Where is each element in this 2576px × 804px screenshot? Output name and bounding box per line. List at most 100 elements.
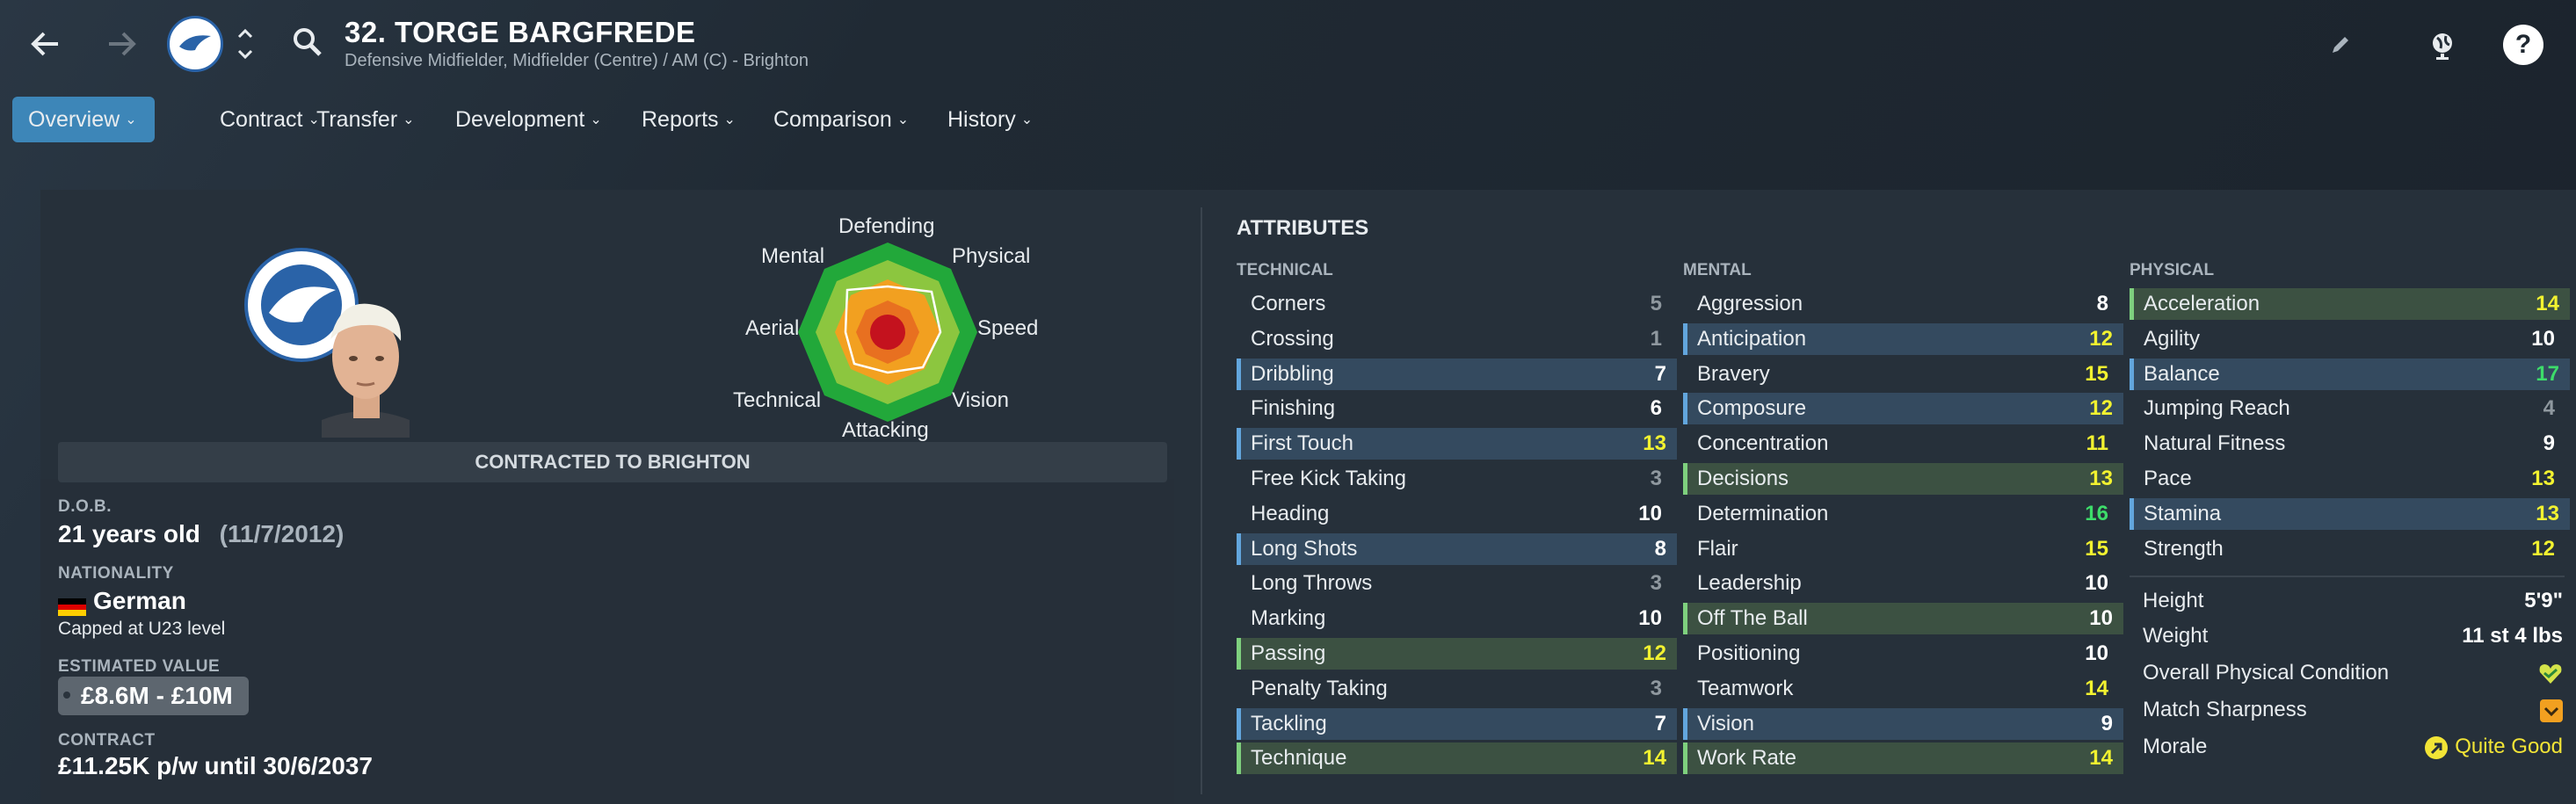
tab-history[interactable]: History ⌄ [932,97,1049,142]
attribute-row-aggression[interactable]: Aggression 8 [1683,288,2119,320]
attribute-row-long-throws[interactable]: Long Throws 3 [1237,568,1673,599]
globe-icon [2433,33,2452,60]
attribute-value: 7 [1654,711,1666,735]
attribute-row-off-the-ball[interactable]: Off The Ball 10 [1683,603,2123,635]
tab-development[interactable]: Development ⌄ [439,97,618,142]
attribute-value: 13 [2531,467,2555,490]
chevron-down-icon [237,49,253,60]
attribute-row-teamwork[interactable]: Teamwork 14 [1683,673,2119,705]
attribute-row-free-kick-taking[interactable]: Free Kick Taking 3 [1237,463,1673,495]
attribute-row-flair[interactable]: Flair 15 [1683,533,2119,565]
sharpness-icon [2540,699,2563,722]
attribute-row-bravery[interactable]: Bravery 15 [1683,359,2119,390]
attribute-value: 3 [1650,676,1662,700]
attribute-value: 10 [1638,501,1662,525]
attribute-row-passing[interactable]: Passing 12 [1237,638,1677,670]
attribute-name: Acceleration [2144,292,2260,315]
nationality-value[interactable]: German [58,587,186,616]
tab-comparison[interactable]: Comparison ⌄ [758,97,925,142]
radar-label-speed: Speed [977,316,1039,340]
attribute-name: Off The Ball [1697,606,1808,631]
attribute-value: 11 [2086,431,2108,456]
attribute-row-stamina[interactable]: Stamina 13 [2130,497,2570,530]
attribute-name: Technique [1251,746,1347,771]
match-sharpness-row[interactable]: Match Sharpness [2143,692,2563,728]
attribute-row-strength[interactable]: Strength 12 [2130,533,2565,565]
attribute-row-pace[interactable]: Pace 13 [2130,463,2565,495]
attribute-row-positioning[interactable]: Positioning 10 [1683,638,2119,670]
chevron-down-icon: ⌄ [1020,112,1034,128]
attribute-name: Passing [1251,641,1326,665]
attribute-name: Free Kick Taking [1251,467,1406,490]
attribute-row-natural-fitness[interactable]: Natural Fitness 9 [2130,428,2565,460]
chevron-down-icon: ⌄ [723,112,736,128]
club-badge-icon[interactable] [167,16,223,72]
attribute-row-dribbling[interactable]: Dribbling 7 [1237,358,1677,390]
attribute-row-balance[interactable]: Balance 17 [2130,358,2570,390]
attribute-value: 8 [2096,292,2108,315]
attribute-value: 7 [1654,361,1666,386]
player-switch-chevrons[interactable] [234,23,257,67]
attribute-row-corners[interactable]: Corners 5 [1237,288,1673,320]
attribute-value: 10 [2089,606,2113,631]
morale-row[interactable]: Morale Quite Good [2143,729,2563,764]
morale-value: Quite Good [2425,729,2563,764]
attribute-row-heading[interactable]: Heading 10 [1237,498,1673,530]
attribute-name: Stamina [2144,501,2222,525]
tab-reports[interactable]: Reports ⌄ [626,97,751,142]
attribute-row-vision[interactable]: Vision 9 [1683,707,2123,740]
attribute-row-long-shots[interactable]: Long Shots 8 [1237,532,1677,565]
attribute-row-crossing[interactable]: Crossing 1 [1237,323,1673,355]
morale-arrow-icon [2425,735,2449,759]
attribute-value: 1 [1650,326,1662,351]
attribute-row-decisions[interactable]: Decisions 13 [1683,463,2123,495]
attribute-row-jumping-reach[interactable]: Jumping Reach 4 [2130,393,2565,424]
attribute-row-acceleration[interactable]: Acceleration 14 [2130,288,2570,320]
caps-text: Capped at U23 level [58,619,226,639]
attribute-row-work-rate[interactable]: Work Rate 14 [1683,742,2123,775]
attribute-name: Aggression [1697,292,1803,315]
weight-row: Weight 11 st 4 lbs [2143,619,2563,654]
attribute-name: Long Throws [1251,571,1373,596]
tab-overview[interactable]: Overview ⌄ [12,97,155,142]
edit-button[interactable] [2320,25,2361,65]
attribute-row-anticipation[interactable]: Anticipation 12 [1683,322,2123,355]
attribute-value: 5 [1650,292,1662,315]
help-button[interactable]: ? [2503,25,2543,65]
tab-transfer[interactable]: Transfer ⌄ [301,97,431,142]
forward-arrow-icon [109,32,136,56]
attribute-row-composure[interactable]: Composure 12 [1683,393,2123,425]
attribute-row-finishing[interactable]: Finishing 6 [1237,393,1673,424]
attribute-name: Concentration [1697,431,1829,456]
physical-divider [2130,576,2565,577]
question-icon: ? [2514,30,2532,59]
attribute-value: 10 [2085,571,2108,596]
attribute-row-concentration[interactable]: Concentration 11 [1683,428,2119,460]
attribute-row-leadership[interactable]: Leadership 10 [1683,568,2119,599]
back-arrow-icon [31,32,58,56]
attribute-value: 14 [2536,292,2559,315]
attribute-row-determination[interactable]: Determination 16 [1683,498,2119,530]
attribute-row-technique[interactable]: Technique 14 [1237,742,1677,775]
world-button[interactable] [2422,25,2463,65]
estimated-value-tag: £8.6M - £10M [58,677,249,715]
attribute-value: 17 [2536,361,2559,386]
attribute-row-penalty-taking[interactable]: Penalty Taking 3 [1237,673,1673,705]
back-button[interactable] [21,19,70,69]
radar-label-aerial: Aerial [745,316,800,340]
radar-label-technical: Technical [733,388,822,412]
attribute-row-agility[interactable]: Agility 10 [2130,323,2565,355]
physical-condition-row[interactable]: Overall Physical Condition [2143,656,2563,691]
attribute-row-first-touch[interactable]: First Touch 13 [1237,428,1677,460]
search-button[interactable] [290,25,329,63]
attribute-row-tackling[interactable]: Tackling 7 [1237,707,1677,740]
attribute-value: 6 [1650,396,1662,421]
attribute-value: 3 [1650,571,1662,596]
attribute-value: 14 [2089,746,2113,771]
forward-button[interactable] [97,19,146,69]
attribute-row-marking[interactable]: Marking 10 [1237,603,1673,634]
chevron-down-icon: ⌄ [896,112,910,128]
search-icon [294,28,322,56]
attribute-name: Jumping Reach [2144,396,2290,421]
attribute-name: Flair [1697,536,1738,561]
